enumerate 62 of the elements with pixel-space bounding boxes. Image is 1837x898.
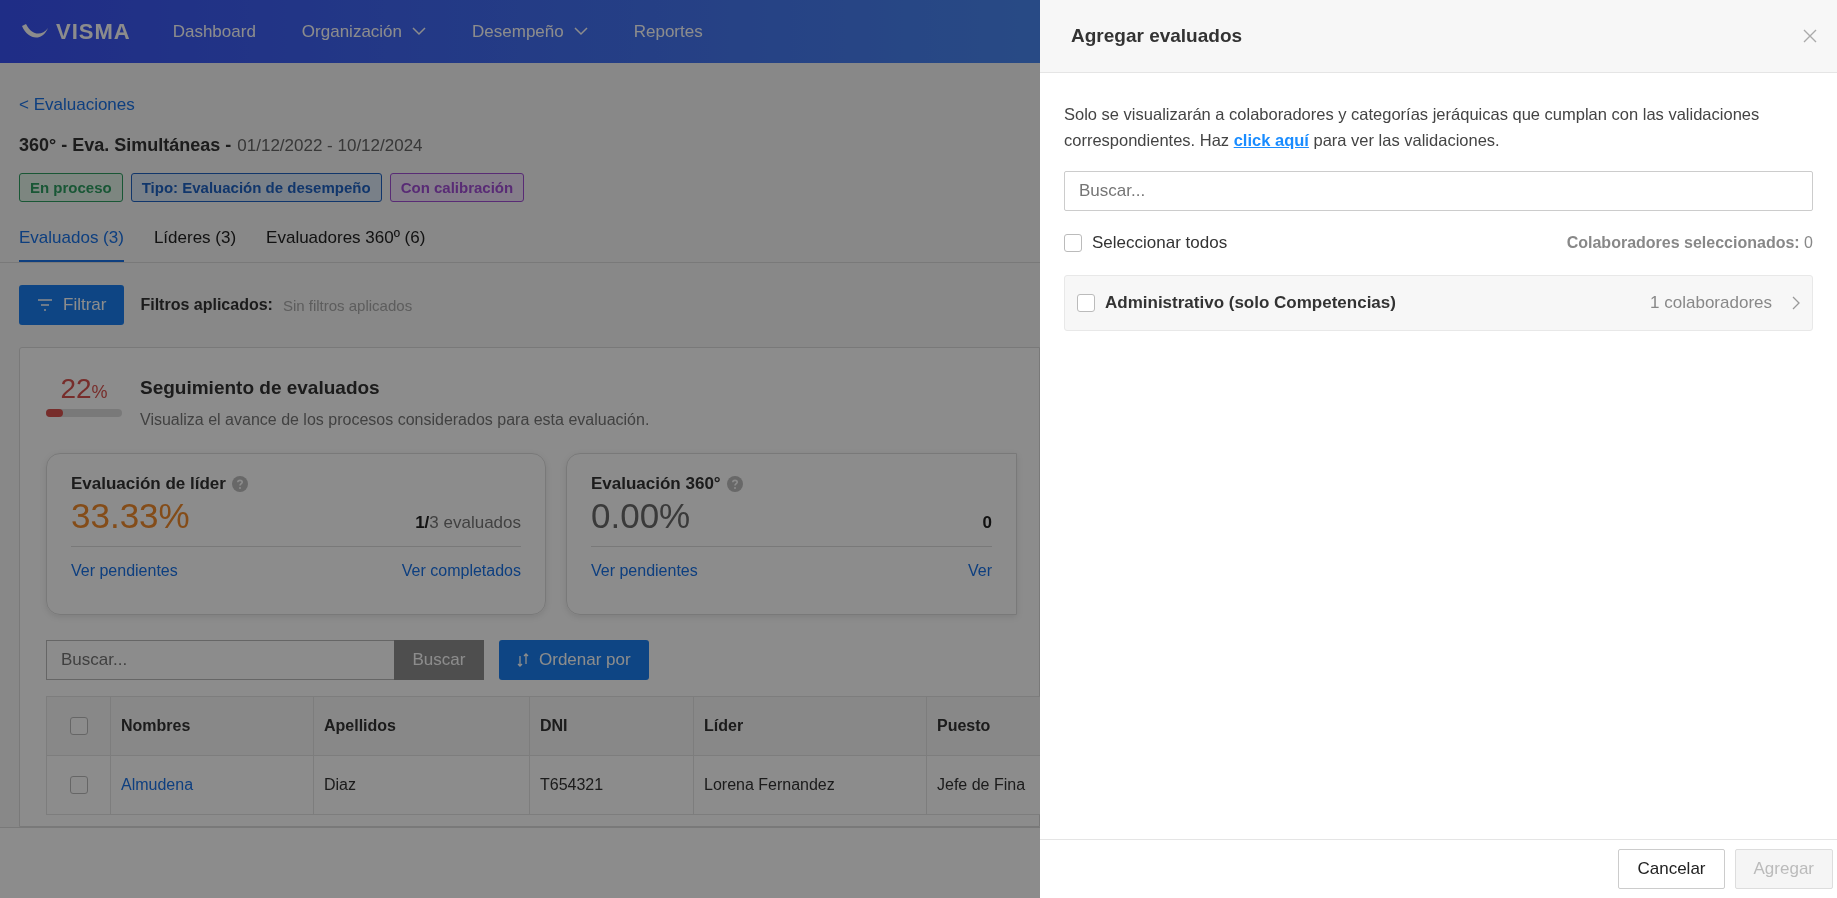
filter-button[interactable]: Filtrar [19,285,125,325]
search-field[interactable]: Buscar... [1064,171,1813,211]
select-all-checkbox[interactable]: Seleccionar todos [1064,233,1228,253]
table-cell: Jefe de Fina [926,755,1040,815]
search-button[interactable]: Buscar [394,640,484,680]
name-link[interactable]: Almudena [110,755,314,815]
status-tag: En proceso [19,173,123,202]
status-tag: Con calibración [389,173,525,202]
sort-button[interactable]: Ordenar por [499,640,649,680]
metric-value: 33.33% [71,496,190,536]
tab[interactable]: Evaluadores 360º (6) [266,220,426,262]
nav-menu-item[interactable]: Organización [301,21,427,42]
evaluation-dates: 01/12/2022 - 10/12/2024 [237,136,423,155]
search-field[interactable]: Buscar... [46,640,394,680]
tracking-title: Seguimiento de evaluados [140,377,381,399]
tab[interactable]: Evaluados (3) [19,220,124,262]
select-all-checkbox[interactable] [69,717,88,736]
column-header: Líder [693,696,927,756]
metric-value: 0.00% [591,496,691,536]
evaluated-count: 0 [982,513,992,533]
metric-title: Evaluación de líder [71,474,226,494]
progress-percent: 22% [60,373,108,405]
card-link[interactable]: Ver pendientes [71,562,178,580]
table-cell: Lorena Fernandez [693,755,927,815]
back-link[interactable]: < Evaluaciones [19,95,135,115]
tracking-subtitle: Visualiza el avance de los procesos considerados para esta evaluación. [140,411,650,429]
drawer-title: Agregar evaluados [1071,25,1243,47]
card-link[interactable]: Ver completados [401,562,521,580]
close-icon[interactable] [1803,29,1817,43]
help-icon [726,476,743,492]
table-cell: T654321 [529,755,694,815]
card-link[interactable]: Ver pendientes [591,562,698,580]
evaluation-title: 360° - Eva. Simultáneas - [19,135,232,155]
nav-menu-item[interactable]: Reportes [633,21,703,42]
footer-button[interactable]: Cancelar [1618,849,1725,889]
card-link[interactable]: Ver [968,562,992,580]
category-checkbox[interactable] [1077,294,1095,312]
column-header: Nombres [110,696,314,756]
logo-text: VISMA [56,18,131,45]
metric-title: Evaluación 360° [591,474,721,494]
row-checkbox[interactable] [69,776,88,795]
chevron-down-icon [412,27,427,36]
status-tag: Tipo: Evaluación de desempeño [130,173,382,202]
nav-menu-item[interactable]: Dashboard [172,21,256,42]
sort-icon [517,653,529,667]
chevron-right-icon [1792,296,1800,310]
chevron-down-icon [573,27,588,36]
table-cell: Diaz [313,755,530,815]
validations-link[interactable]: click aquí [1233,131,1309,149]
help-icon [231,476,248,492]
selected-count: Colaboradores seleccionados: 0 [1566,234,1813,252]
nav-menu-item[interactable]: Desempeño [472,21,588,42]
tab[interactable]: Líderes (3) [153,220,237,262]
column-header: DNI [529,696,694,756]
category-count: 1 colaboradores [1650,293,1772,313]
category-name: Administrativo (solo Competencias) [1105,293,1397,313]
filters-label: Filtros aplicados: [140,296,273,314]
category-row[interactable]: Administrativo (solo Competencias) 1 colaboradores [1064,275,1813,331]
drawer-description: Solo se visualizarán a colaboradores y categorías jeráquicas que cumplan con las validaciones correspondientes. Haz click aquí para ver las validaciones. [1064,104,1761,151]
column-header: Apellidos [313,696,530,756]
evaluated-count: 1/3 evaluados [415,513,521,533]
filter-icon [37,299,53,311]
